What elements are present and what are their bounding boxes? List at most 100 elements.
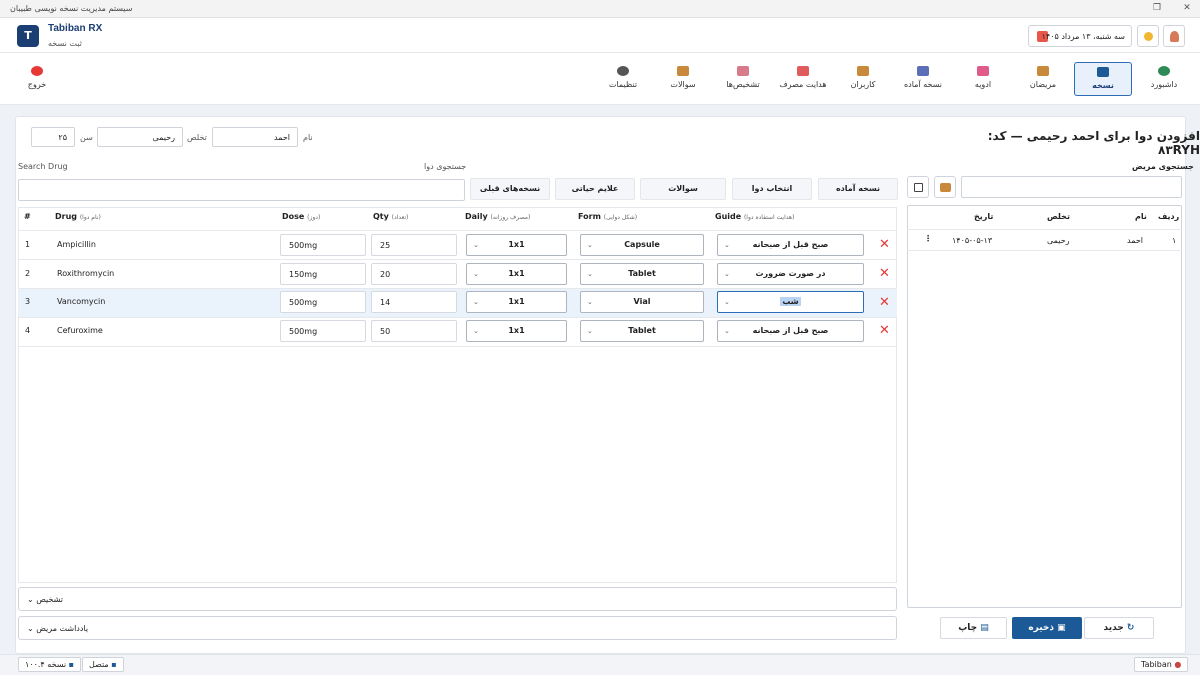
nav-dashboard[interactable]: داشبورد: [1135, 62, 1193, 96]
row-divider: [18, 259, 897, 260]
restore-icon[interactable]: ❐: [1150, 3, 1164, 13]
window-titlebar: سیستم مدیریت نسخه نویسی طبیبان ❐ ✕: [0, 0, 1200, 18]
ready-prescription-button[interactable]: نسخه آماده: [818, 178, 898, 200]
patient-list-button[interactable]: [934, 176, 956, 198]
patient-search-input[interactable]: [961, 176, 1182, 198]
dose-input[interactable]: 500mg: [280, 320, 366, 342]
nav-prescription[interactable]: نسخه: [1074, 62, 1132, 96]
app-logo: T: [17, 25, 39, 47]
dose-input[interactable]: 500mg: [280, 291, 366, 313]
theme-toggle-button[interactable]: [1137, 25, 1159, 47]
version-chip: نسخه ۱۰۰.۴ ▪: [18, 657, 82, 672]
nav-diagnoses[interactable]: تشخیص‌ها: [714, 62, 772, 96]
date-text: سه شنبه، ۱۳ مرداد ۱۴۰۵: [1041, 32, 1125, 41]
side-col-row: ردیف: [1158, 212, 1180, 221]
logout-button[interactable]: خروج: [8, 62, 66, 96]
drug-name: Roxithromycin: [57, 269, 115, 278]
user-icon: [1170, 31, 1179, 42]
save-icon: ▣: [1057, 623, 1066, 633]
patient-notes-accordion[interactable]: ⌄ یادداشت مریض: [18, 616, 897, 640]
app-name: Tabiban RX: [48, 23, 103, 34]
col-form: Form (شکل دوایی): [578, 212, 638, 221]
nav-medicines[interactable]: ادویه: [954, 62, 1012, 96]
nav-patients[interactable]: مریضان: [1014, 62, 1072, 96]
vital-signs-button[interactable]: علایم حیاتی: [555, 178, 635, 200]
daily-select[interactable]: ⌄ 1x1: [466, 234, 567, 256]
status-bar: [0, 654, 1200, 675]
form-select[interactable]: ⌄ Tablet: [580, 320, 704, 342]
row-num: 3: [25, 297, 31, 306]
close-window-icon[interactable]: ✕: [1180, 3, 1194, 13]
age-label: سن: [80, 133, 93, 142]
search-drug-label-en: Search Drug: [18, 162, 68, 171]
new-button[interactable]: جدید ↻: [1084, 617, 1154, 639]
header-divider: [18, 230, 897, 231]
dose-input[interactable]: 500mg: [280, 234, 366, 256]
delete-icon[interactable]: ✕: [879, 295, 890, 310]
document-icon: [917, 66, 929, 76]
connection-status: متصل ▪: [82, 657, 124, 672]
form-select[interactable]: ⌄ Tablet: [580, 263, 704, 285]
col-qty: Qty (تعداد): [373, 212, 409, 221]
delete-icon[interactable]: ✕: [879, 266, 890, 281]
delete-icon[interactable]: ✕: [879, 237, 890, 252]
form-select[interactable]: ⌄ Vial: [580, 291, 704, 313]
guide-select[interactable]: ⌄ در صورت ضرورت: [717, 263, 864, 285]
col-num: #: [24, 212, 31, 221]
row-num: 4: [25, 326, 31, 335]
search-drug-input[interactable]: [18, 179, 465, 201]
print-button[interactable]: چاپ ▤: [940, 617, 1007, 639]
user-icon: ●: [1174, 660, 1182, 669]
users-icon: [940, 183, 951, 192]
guide-select[interactable]: ⌄ صبح قبل از صبحانه: [717, 320, 864, 342]
age-input[interactable]: ۲۵: [31, 127, 75, 147]
side-col-name: نام: [1135, 212, 1147, 221]
diagnosis-accordion[interactable]: ⌄ تشخیص: [18, 587, 897, 611]
guide-select[interactable]: ⌄ شب: [717, 291, 864, 313]
questions-button[interactable]: سوالات: [640, 178, 726, 200]
questions-icon: [677, 66, 689, 76]
daily-select[interactable]: ⌄ 1x1: [466, 291, 567, 313]
daily-select[interactable]: ⌄ 1x1: [466, 320, 567, 342]
select-drug-button[interactable]: انتخاب دوا: [732, 178, 812, 200]
qty-input[interactable]: 25: [371, 234, 457, 256]
patient-search-label: جستجوی مریض: [1132, 162, 1194, 171]
previous-prescriptions-button[interactable]: نسخه‌های قبلی: [470, 178, 550, 200]
nav-ready-prescription[interactable]: نسخه آماده: [894, 62, 952, 96]
nav-users[interactable]: کاربران: [834, 62, 892, 96]
scan-button[interactable]: [907, 176, 929, 198]
nav-usage-guide[interactable]: هدایت مصرف: [774, 62, 832, 96]
pill-icon: [977, 66, 989, 76]
more-options-icon[interactable]: ⋮: [924, 234, 932, 243]
nav-questions[interactable]: سوالات: [654, 62, 712, 96]
save-button[interactable]: ذخیره ▣: [1012, 617, 1082, 639]
col-guide: Guide (هدایت استفاده دوا): [715, 212, 795, 221]
nav-settings[interactable]: تنظیمات: [594, 62, 652, 96]
qty-input[interactable]: 50: [371, 320, 457, 342]
surname-label: تخلص: [187, 133, 207, 142]
page-heading: افزودن دوا برای احمد رحیمی — کد: ۸۳RYH: [987, 129, 1200, 157]
form-select[interactable]: ⌄ Capsule: [580, 234, 704, 256]
side-col-surname: تخلص: [1047, 212, 1070, 221]
gear-icon: [617, 66, 629, 76]
qty-input[interactable]: 14: [371, 291, 457, 313]
surname-input[interactable]: رحیمی: [97, 127, 183, 147]
cart-icon: [1097, 67, 1109, 77]
drug-name: Cefuroxime: [57, 326, 103, 335]
users-icon: [857, 66, 869, 76]
chevron-down-icon: ⌄: [27, 624, 37, 633]
user-avatar-button[interactable]: [1163, 25, 1185, 47]
daily-select[interactable]: ⌄ 1x1: [466, 263, 567, 285]
name-input[interactable]: احمد: [212, 127, 298, 147]
guide-select[interactable]: ⌄ صبح قبل از صبحانه: [717, 234, 864, 256]
col-dose: Dose (دوز): [282, 212, 321, 221]
qty-input[interactable]: 20: [371, 263, 457, 285]
search-drug-label-fa: جستجوی دوا: [424, 162, 467, 171]
power-icon: [31, 66, 43, 76]
drug-name: Ampicillin: [57, 240, 96, 249]
delete-icon[interactable]: ✕: [879, 323, 890, 338]
brand-chip: Tabiban ●: [1134, 657, 1189, 672]
dose-input[interactable]: 150mg: [280, 263, 366, 285]
patients-icon: [1037, 66, 1049, 76]
name-label: نام: [303, 133, 313, 142]
